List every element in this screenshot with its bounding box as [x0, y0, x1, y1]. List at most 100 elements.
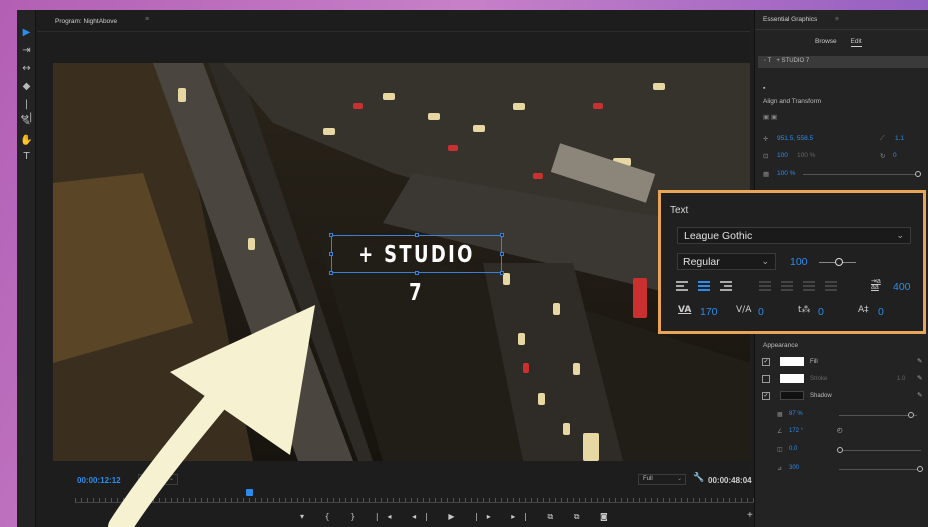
new-layer-icon[interactable]: ▪	[763, 85, 765, 92]
shadow-blur-knob[interactable]	[917, 466, 923, 472]
tab-edit[interactable]: Edit	[850, 38, 862, 47]
playback-resolution-dropdown[interactable]: Full ⌄	[638, 474, 686, 485]
font-style-dropdown[interactable]: Regular ⌄	[677, 253, 776, 270]
razor-tool-icon[interactable]: ◆	[20, 80, 33, 93]
text-properties-callout: Text League Gothic ⌄ Regular ⌄ 100 ⇥a aa …	[658, 190, 926, 334]
monitor-menu-icon[interactable]: ≡	[145, 16, 149, 23]
duration-timecode: 00:00:48:04	[708, 476, 752, 485]
stroke-label: Stroke	[810, 376, 828, 382]
current-timecode[interactable]: 00:00:12:12	[77, 476, 121, 485]
hand-tool-icon[interactable]: ✋	[20, 134, 33, 147]
opacity-slider[interactable]	[803, 174, 919, 175]
eyedropper-icon[interactable]: ✎	[917, 391, 922, 399]
shadow-blur-slider[interactable]	[839, 469, 921, 470]
fill-label: Fill	[810, 359, 818, 365]
shadow-distance-knob[interactable]	[837, 447, 843, 453]
stroke-width-value[interactable]: 1.0	[897, 376, 905, 382]
justify-right-icon[interactable]	[803, 281, 815, 291]
title-text-box[interactable]: + STUDIO 7	[329, 233, 504, 306]
wrench-icon[interactable]: 🔧	[693, 472, 704, 483]
tracking-value[interactable]: 170	[700, 306, 718, 318]
angle-dial-icon[interactable]: ◴	[837, 426, 843, 434]
font-size-slider-knob[interactable]	[835, 258, 843, 266]
tab-browse[interactable]: Browse	[815, 38, 837, 45]
shadow-distance-slider[interactable]	[839, 450, 921, 451]
font-size-value[interactable]: 100	[790, 256, 808, 268]
scale-width-value[interactable]: 100 %	[797, 152, 815, 159]
font-family-value: League Gothic	[684, 230, 753, 242]
shadow-blur-value[interactable]: 300	[789, 465, 799, 471]
resize-handle[interactable]	[500, 252, 504, 256]
shadow-opacity-knob[interactable]	[908, 412, 914, 418]
leading-value[interactable]: 400	[893, 281, 911, 293]
baseline-shift-value[interactable]: 0	[818, 306, 824, 318]
title-text: + STUDIO 7	[358, 242, 475, 306]
fill-checkbox[interactable]: ✓	[762, 358, 770, 366]
kerning-icon: V/A	[736, 305, 752, 315]
align-center-icon[interactable]	[698, 281, 710, 291]
scale-value[interactable]: 100	[777, 152, 788, 159]
opacity-slider-knob[interactable]	[915, 171, 921, 177]
shadow-distance-value[interactable]: 0.0	[789, 446, 797, 452]
baseline-shift-icon: t⁂	[798, 305, 811, 315]
panel-title: Essential Graphics	[763, 16, 818, 23]
fill-color-swatch[interactable]	[780, 357, 804, 366]
track-select-tool-icon[interactable]: ⇥	[20, 44, 33, 57]
slip-tool-icon[interactable]: |↔|	[20, 98, 33, 123]
opacity-value[interactable]: 100 %	[777, 170, 795, 177]
align-buttons-icon[interactable]: ▣ ▣	[763, 113, 777, 121]
stroke-color-swatch[interactable]	[780, 374, 804, 383]
scale-icon: ⊡	[763, 153, 769, 160]
chevron-down-icon: ⌄	[761, 256, 769, 266]
shadow-opacity-slider[interactable]	[839, 415, 917, 416]
text-layer-icon: ◦ T	[764, 58, 772, 64]
resize-handle[interactable]	[329, 252, 333, 256]
shadow-angle-value[interactable]: 172 °	[789, 428, 803, 434]
justify-all-icon[interactable]	[825, 281, 837, 291]
transport-controls[interactable]: ▾ { } |◂ ◂| ▶ |▸ ▸| ⧉ ⧉ ◙	[300, 512, 617, 522]
shadow-checkbox[interactable]: ✓	[762, 392, 770, 400]
panel-menu-icon[interactable]: ≡	[835, 16, 839, 23]
anchor-value[interactable]: 0	[893, 152, 897, 159]
font-family-dropdown[interactable]: League Gothic ⌄	[677, 227, 911, 244]
video-frame[interactable]: + STUDIO 7	[53, 63, 750, 461]
resize-handle[interactable]	[500, 271, 504, 275]
justify-center-icon[interactable]	[781, 281, 793, 291]
resolution-value: Full	[643, 476, 653, 482]
resize-handle[interactable]	[329, 233, 333, 237]
align-right-icon[interactable]	[720, 281, 732, 291]
button-editor-icon[interactable]: +	[747, 510, 753, 521]
chevron-down-icon: ⌄	[168, 476, 174, 482]
position-icon: ✛	[763, 136, 769, 143]
align-left-icon[interactable]	[676, 281, 688, 291]
rotation-value[interactable]: 1.1	[895, 135, 904, 142]
shadow-color-swatch[interactable]	[780, 391, 804, 400]
layer-item[interactable]: ◦ T + STUDIO 7	[758, 56, 928, 68]
resize-handle[interactable]	[415, 233, 419, 237]
eyedropper-icon[interactable]: ✎	[917, 374, 922, 382]
position-value[interactable]: 951.5, 558.5	[777, 135, 813, 142]
layer-name: + STUDIO 7	[776, 58, 810, 64]
tracking-icon: VA	[678, 305, 692, 315]
selection-tool-icon[interactable]: ▶	[20, 26, 33, 39]
stroke-checkbox[interactable]	[762, 375, 770, 383]
shadow-opacity-value[interactable]: 87 %	[789, 411, 803, 417]
chevron-down-icon: ⌄	[676, 476, 682, 482]
resize-handle[interactable]	[500, 233, 504, 237]
resize-handle[interactable]	[415, 271, 419, 275]
leading-icon: ⇥a aa	[871, 278, 881, 291]
pen-tool-icon[interactable]: ✎	[20, 116, 33, 129]
zoom-level-dropdown[interactable]: Fit ⌄	[138, 474, 178, 485]
ripple-edit-tool-icon[interactable]: ↔	[20, 62, 33, 75]
kerning-value[interactable]: 0	[758, 306, 764, 318]
chevron-down-icon: ⌄	[896, 230, 904, 240]
resize-handle[interactable]	[329, 271, 333, 275]
align-transform-heading: Align and Transform	[763, 98, 822, 105]
playhead[interactable]	[246, 489, 253, 496]
rotation-icon: ⟋	[880, 135, 885, 142]
eyedropper-icon[interactable]: ✎	[917, 357, 922, 365]
time-ruler[interactable]	[75, 492, 760, 503]
type-tool-icon[interactable]: T	[20, 150, 33, 163]
tsume-value[interactable]: 0	[878, 306, 884, 318]
justify-left-icon[interactable]	[759, 281, 771, 291]
